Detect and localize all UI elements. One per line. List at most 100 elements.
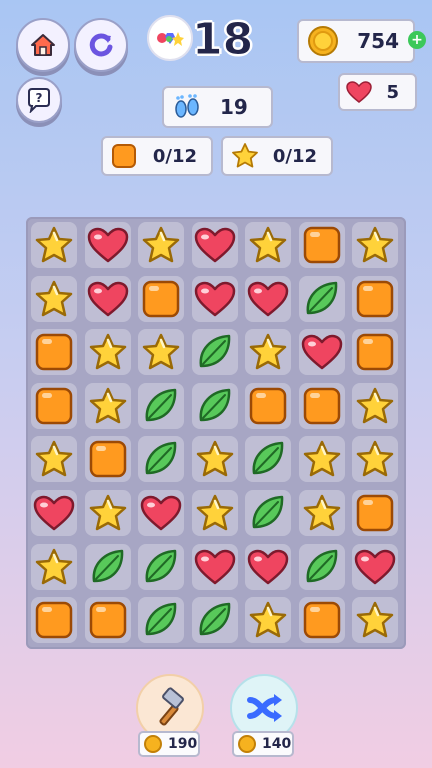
board-cell-leaf[interactable] [245, 490, 291, 536]
board-cell-leaf[interactable] [191, 382, 238, 429]
level-badge [147, 15, 193, 61]
board-cell-heart[interactable] [84, 222, 131, 268]
board-cell-orange[interactable] [298, 222, 345, 268]
board-cell-orange[interactable] [352, 329, 398, 376]
add-coins-button[interactable]: + [408, 31, 426, 49]
board-cell-heart[interactable] [191, 222, 238, 268]
board-cell-leaf[interactable] [138, 597, 184, 644]
level-number: 18 [191, 14, 254, 66]
board-cell-leaf[interactable] [138, 543, 184, 590]
board-cell-orange[interactable] [352, 490, 398, 536]
home-button[interactable] [16, 18, 70, 72]
leaf-icon [145, 442, 177, 475]
board-cell-star[interactable] [84, 329, 131, 376]
board-cell-star[interactable] [298, 436, 345, 483]
board-cell-star[interactable] [191, 490, 238, 536]
star-icon [35, 441, 73, 477]
board-cell-heart[interactable] [138, 490, 184, 536]
board-cell-orange[interactable] [298, 597, 345, 644]
restart-button[interactable] [74, 18, 128, 72]
board-cell-star[interactable] [138, 222, 184, 268]
moves-counter: 19 [162, 86, 273, 128]
board-cell-star[interactable] [298, 490, 345, 536]
svg-text:?: ? [36, 91, 43, 105]
heart-icon [247, 549, 289, 584]
heart-icon [194, 549, 235, 584]
board-cell-star[interactable] [245, 329, 291, 376]
coins-counter: 754 [297, 19, 415, 63]
coin-icon [238, 735, 256, 753]
star-icon [356, 387, 394, 424]
board-cell-leaf[interactable] [138, 382, 184, 429]
board-cell-heart[interactable] [245, 543, 291, 590]
board-cell-heart[interactable] [31, 490, 77, 536]
leaf-icon [145, 549, 177, 582]
hammer-cost-value: 190 [168, 736, 198, 752]
leaf-icon [145, 388, 177, 422]
board-cell-star[interactable] [31, 543, 77, 590]
orange-square-icon [303, 226, 340, 264]
board-cell-star[interactable] [245, 222, 291, 268]
leaf-icon [199, 334, 230, 368]
orange-square-icon [356, 494, 394, 532]
board-cell-star[interactable] [191, 436, 238, 483]
board-cell-orange[interactable] [352, 275, 398, 322]
star-icon [142, 333, 180, 370]
goal-star: 0/12 [221, 136, 333, 176]
board-cell-orange[interactable] [84, 436, 131, 483]
board-cell-leaf[interactable] [191, 597, 238, 644]
board-cell-orange[interactable] [31, 329, 77, 376]
star-icon [249, 333, 287, 370]
gems-icon [157, 32, 184, 46]
board-cell-orange[interactable] [245, 382, 291, 429]
board-cell-orange[interactable] [84, 597, 131, 644]
board-cell-leaf[interactable] [84, 543, 131, 590]
star-icon [232, 143, 258, 168]
help-button[interactable]: ? [16, 77, 62, 123]
orange-square-icon [356, 333, 394, 371]
board-cell-leaf[interactable] [191, 329, 238, 376]
board-cell-orange[interactable] [138, 275, 184, 322]
board-cell-star[interactable] [245, 597, 291, 644]
board-cell-orange[interactable] [298, 382, 345, 429]
game-board [26, 217, 406, 649]
board-cell-heart[interactable] [191, 543, 238, 590]
board-cell-star[interactable] [352, 382, 398, 429]
goal-orange-text: 0/12 [152, 145, 197, 167]
board-cell-heart[interactable] [245, 275, 291, 322]
board-cell-leaf[interactable] [298, 275, 345, 322]
board-cell-orange[interactable] [31, 382, 77, 429]
board-cell-star[interactable] [138, 329, 184, 376]
board-cell-heart[interactable] [352, 543, 398, 590]
star-icon [356, 441, 394, 477]
board-cell-star[interactable] [31, 436, 77, 483]
star-icon [356, 226, 394, 263]
board-cell-leaf[interactable] [298, 543, 345, 590]
board-cell-heart[interactable] [298, 329, 345, 376]
leaf-icon [145, 602, 177, 636]
heart-icon [354, 549, 396, 584]
orange-square-icon [35, 333, 73, 371]
board-cell-star[interactable] [84, 382, 131, 429]
orange-square-icon [35, 601, 73, 639]
board-cell-star[interactable] [352, 436, 398, 483]
orange-square-icon [112, 144, 136, 168]
board-cell-leaf[interactable] [138, 436, 184, 483]
board-cell-heart[interactable] [84, 275, 131, 322]
goal-star-text: 0/12 [272, 145, 317, 167]
board-cell-star[interactable] [352, 222, 398, 268]
board-cell-star[interactable] [84, 490, 131, 536]
board-cell-star[interactable] [31, 275, 77, 322]
orange-square-icon [89, 441, 126, 478]
board-cell-star[interactable] [352, 597, 398, 644]
coins-value: 754 [357, 29, 399, 53]
help-icon: ? [28, 88, 50, 113]
board-cell-orange[interactable] [31, 597, 77, 644]
moves-value: 19 [220, 95, 248, 119]
footprints-icon [175, 94, 199, 118]
board-cell-star[interactable] [31, 222, 77, 268]
hammer-icon [159, 687, 184, 726]
star-icon [89, 333, 126, 370]
board-cell-heart[interactable] [191, 275, 238, 322]
board-cell-leaf[interactable] [245, 436, 291, 483]
